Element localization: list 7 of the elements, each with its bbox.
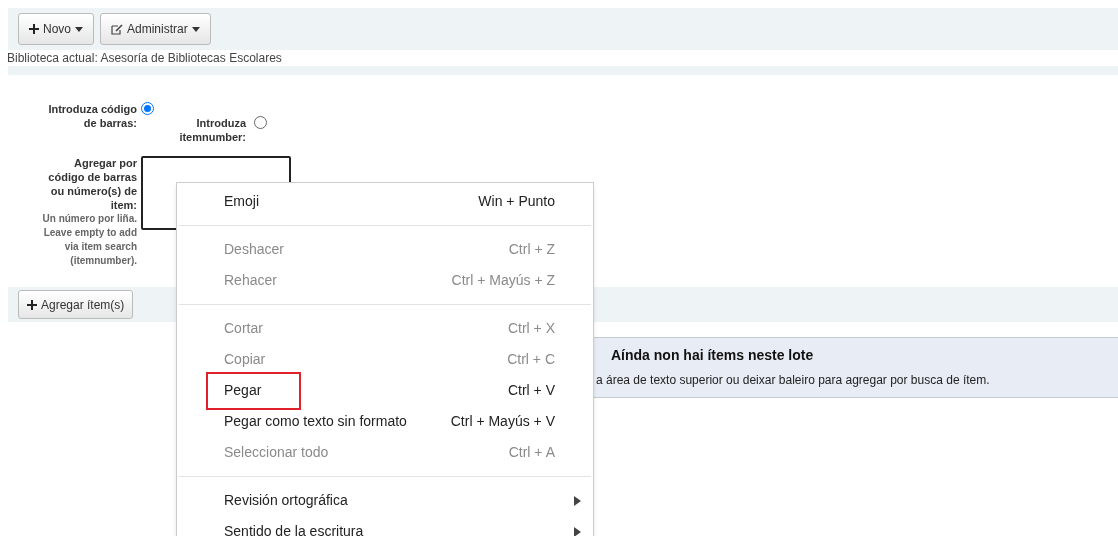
current-library: Biblioteca actual: Asesoría de Bibliotecas Escolares: [7, 50, 283, 66]
message-title: Aínda non hai ítems neste lote: [611, 346, 815, 365]
radio-label: Introduza itemnumber:: [178, 116, 246, 144]
hint-text: Un número por liña. Leave empty to add via item search (itemnumber).: [41, 212, 137, 268]
message-text: a área de texto superior ou deixar baleiro para agregar por busca de ítem.: [596, 372, 991, 389]
radio-label: Introduza código de barras:: [47, 102, 137, 131]
textarea-label: Agregar por código de barras ou número(s) de item:: [47, 156, 137, 212]
